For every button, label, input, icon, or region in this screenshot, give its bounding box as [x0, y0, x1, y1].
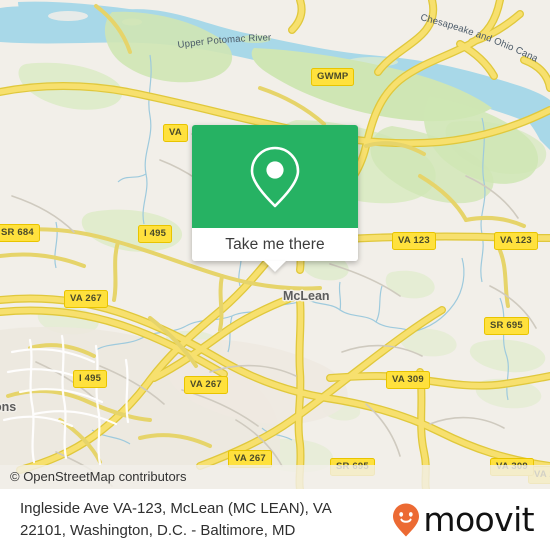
road-shield-sr-695-e[interactable]: SR 695 [484, 317, 529, 335]
road-shield-sr-684[interactable]: SR 684 [0, 224, 40, 242]
location-callout-card[interactable]: Take me there [192, 125, 358, 272]
road-shield-va-309-n[interactable]: VA 309 [386, 371, 430, 389]
moovit-wordmark: moovit [423, 500, 534, 539]
road-shield-i-495-n[interactable]: I 495 [138, 225, 173, 243]
road-shield-va[interactable]: VA [163, 124, 188, 142]
road-shield-va-267-m[interactable]: VA 267 [184, 376, 228, 394]
road-shield-va-267-w[interactable]: VA 267 [64, 290, 108, 308]
map-screenshot: Upper Potomac River Chesapeake and Ohio … [0, 0, 550, 550]
place-label-tysons: ons [0, 400, 17, 414]
road-shield-va-123-e[interactable]: VA 123 [494, 232, 538, 250]
map-pin-icon [250, 146, 300, 207]
road-shield-va-123-w[interactable]: VA 123 [392, 232, 436, 250]
callout-pointer-tail [264, 261, 286, 272]
osm-attribution[interactable]: © OpenStreetMap contributors [0, 465, 550, 489]
place-label-mclean: McLean [283, 289, 330, 303]
take-me-there-button[interactable]: Take me there [192, 228, 358, 272]
callout-icon-area [192, 125, 358, 228]
moovit-logo[interactable]: moovit [391, 500, 535, 539]
moovit-pin-smile-icon [393, 503, 420, 536]
address-line-1: Ingleside Ave VA-123, McLean (MC LEAN), … [20, 500, 332, 518]
address-line-2: 22101, Washington, D.C. - Baltimore, MD [20, 521, 296, 539]
road-shield-gwmp[interactable]: GWMP [311, 68, 355, 86]
road-shield-i-495-s[interactable]: I 495 [73, 370, 108, 388]
take-me-there-label: Take me there [225, 235, 325, 253]
footer-address: Ingleside Ave VA-123, McLean (MC LEAN), … [20, 498, 370, 541]
footer-bar: Ingleside Ave VA-123, McLean (MC LEAN), … [0, 489, 550, 550]
